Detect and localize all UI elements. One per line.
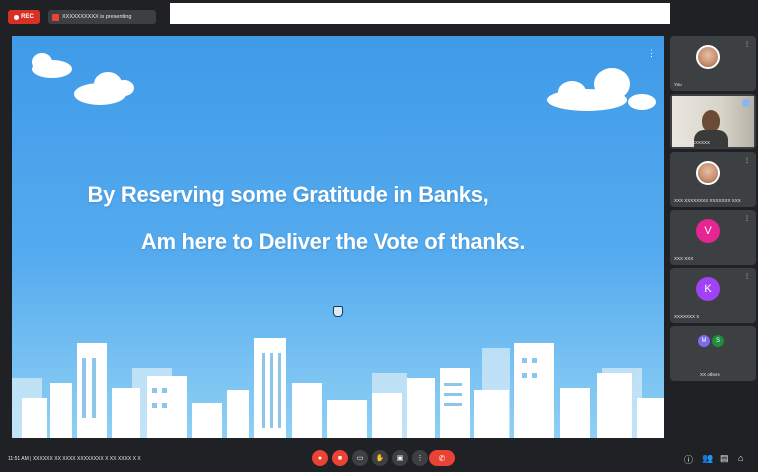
- speaking-indicator-icon: [742, 99, 750, 107]
- avatar: [696, 161, 720, 185]
- top-bar: REC XXXXXXXXXX is presenting: [0, 0, 758, 30]
- redacted-banner: [170, 3, 670, 24]
- mic-off-button[interactable]: ●: [312, 450, 328, 466]
- participant-tile-video[interactable]: XXXXXXXXXXXX: [670, 94, 756, 149]
- recording-badge: REC: [8, 10, 40, 24]
- present-screen-icon: [52, 13, 59, 21]
- slide-more-icon[interactable]: ⋮: [647, 48, 656, 59]
- participant-tile-3[interactable]: ⋮ XXX XXXXXXXX XXXXXXX XXX: [670, 152, 756, 207]
- pointer-cursor-icon: [333, 306, 343, 317]
- raise-hand-button[interactable]: ✋: [372, 450, 388, 466]
- participant-name: XXXXXXX X: [674, 314, 700, 319]
- present-button[interactable]: ▣: [392, 450, 408, 466]
- more-options-icon[interactable]: ⋮: [744, 157, 750, 164]
- avatar: S: [712, 335, 724, 347]
- presenting-indicator[interactable]: XXXXXXXXXX is presenting: [48, 10, 156, 24]
- participant-name: XXXXXXXXXXXX: [674, 140, 711, 145]
- more-options-icon[interactable]: ⋮: [744, 215, 750, 222]
- cloud-icon: [32, 53, 656, 111]
- more-options-button[interactable]: ⋮: [412, 450, 428, 466]
- record-dot-icon: [14, 14, 20, 20]
- presenting-label: XXXXXXXXXX is presenting: [62, 14, 132, 20]
- end-call-button[interactable]: ✆: [429, 450, 455, 466]
- shared-presentation: ⋮ By Reserving some Gratitude in Banks, …: [12, 36, 664, 438]
- participant-name: You: [674, 82, 682, 87]
- recording-label: REC: [21, 14, 34, 20]
- participant-name: XXX XXX: [674, 256, 694, 261]
- participant-name: XX others: [700, 372, 720, 377]
- avatar: K: [696, 277, 720, 301]
- city-skyline-illustration: [12, 338, 664, 438]
- more-options-icon[interactable]: ⋮: [744, 273, 750, 280]
- slide-line-1: By Reserving some Gratitude in Banks,: [87, 182, 489, 207]
- activities-icon[interactable]: ⌂: [738, 453, 743, 463]
- participant-tile-4[interactable]: V ⋮ XXX XXX: [670, 210, 756, 265]
- meeting-info: 11:51 AM | XXXXXX XX XXXX XXXXXXXX X XX …: [8, 456, 141, 462]
- participant-name: XXX XXXXXXXX XXXXXXX XXX: [674, 198, 741, 203]
- info-icon[interactable]: ⓘ: [684, 453, 693, 466]
- participant-tile-you[interactable]: ⋮ You: [670, 36, 756, 91]
- avatar: M: [698, 335, 710, 347]
- chat-icon[interactable]: ▤: [720, 453, 729, 464]
- bottom-toolbar: 11:51 AM | XXXXXX XX XXXX XXXXXXXX X XX …: [0, 444, 758, 472]
- captions-button[interactable]: ▭: [352, 450, 368, 466]
- participant-tile-5[interactable]: K ⋮ XXXXXXX X: [670, 268, 756, 323]
- more-options-icon[interactable]: ⋮: [744, 41, 750, 48]
- avatar: V: [696, 219, 720, 243]
- avatar: [696, 45, 720, 69]
- camera-off-button[interactable]: ■: [332, 450, 348, 466]
- slide-line-2: Am here to Deliver the Vote of thanks.: [140, 229, 526, 254]
- participant-tile-others[interactable]: M S XX others: [670, 326, 756, 381]
- people-icon[interactable]: 👥: [702, 453, 713, 464]
